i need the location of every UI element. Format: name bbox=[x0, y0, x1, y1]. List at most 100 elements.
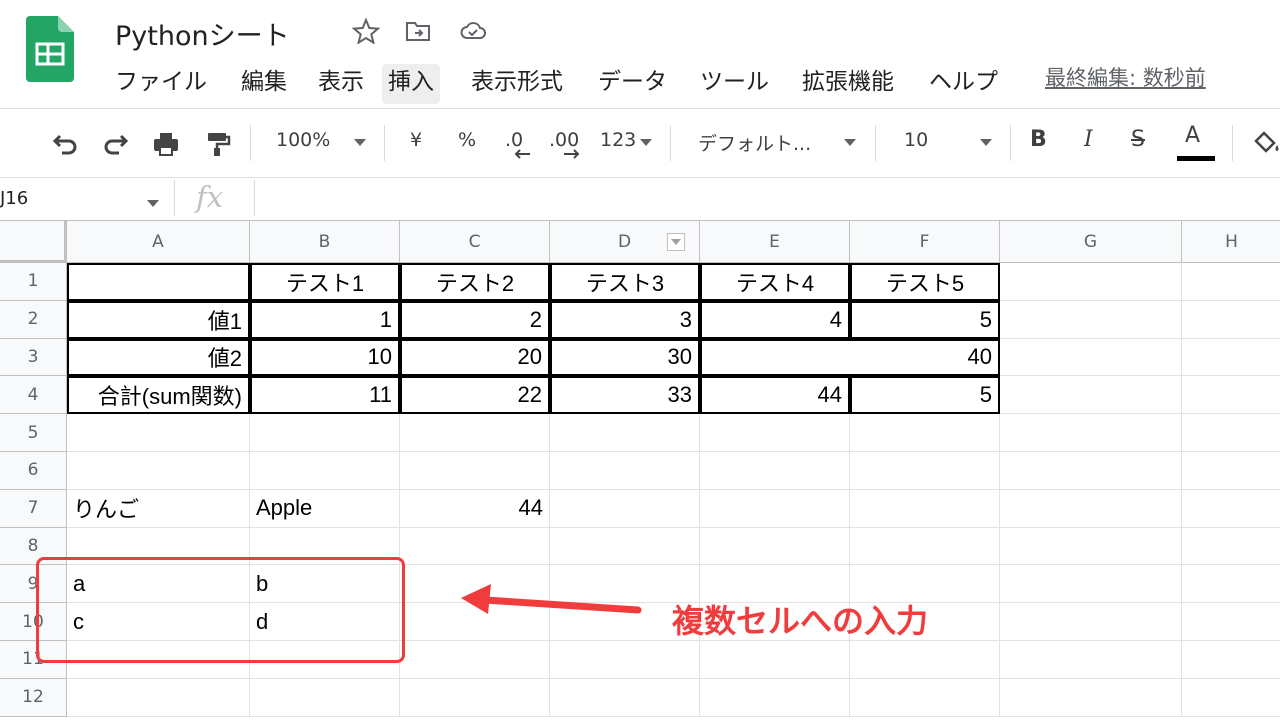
table-header-cell[interactable]: テスト5 bbox=[850, 263, 1000, 301]
cell[interactable] bbox=[1182, 452, 1280, 490]
cell-c7[interactable]: 44 bbox=[400, 489, 550, 528]
row-header-6[interactable]: 6 bbox=[0, 452, 67, 490]
column-header-e[interactable]: E bbox=[700, 221, 850, 263]
cell[interactable] bbox=[1182, 641, 1280, 679]
cell[interactable] bbox=[550, 678, 700, 717]
menu-insert[interactable]: 挿入 bbox=[382, 64, 440, 104]
table-cell[interactable]: 4 bbox=[700, 300, 850, 339]
cell[interactable] bbox=[550, 489, 700, 528]
menu-tools[interactable]: ツール bbox=[694, 64, 775, 104]
cell[interactable] bbox=[1000, 263, 1182, 301]
cell[interactable] bbox=[1182, 414, 1280, 452]
star-icon[interactable] bbox=[352, 18, 380, 44]
column-header-b[interactable]: B bbox=[250, 221, 400, 263]
decrease-decimal-button[interactable]: .0 bbox=[505, 129, 523, 151]
table-cell[interactable]: 3 bbox=[550, 300, 700, 339]
cell[interactable] bbox=[1000, 376, 1182, 415]
name-box[interactable]: J16 bbox=[0, 188, 28, 209]
zoom-select[interactable]: 100% bbox=[276, 129, 330, 151]
table-cell[interactable]: 5 bbox=[850, 300, 1000, 339]
menu-help[interactable]: ヘルプ bbox=[923, 64, 1004, 104]
cell[interactable] bbox=[700, 678, 850, 717]
cell[interactable] bbox=[1000, 603, 1182, 641]
cell[interactable] bbox=[1182, 376, 1280, 415]
cell[interactable] bbox=[850, 527, 1000, 566]
italic-button[interactable]: I bbox=[1084, 127, 1093, 152]
cell[interactable] bbox=[1182, 565, 1280, 604]
cell[interactable] bbox=[1182, 301, 1280, 339]
table-cell[interactable]: 10 bbox=[250, 338, 400, 377]
more-formats-dropdown-icon[interactable] bbox=[640, 139, 652, 146]
move-to-folder-icon[interactable] bbox=[404, 18, 432, 44]
table-header-cell[interactable]: テスト3 bbox=[550, 263, 700, 301]
percent-format-button[interactable]: % bbox=[458, 129, 476, 151]
row-header-7[interactable]: 7 bbox=[0, 489, 67, 528]
menu-data[interactable]: データ bbox=[592, 64, 673, 104]
menu-format[interactable]: 表示形式 bbox=[465, 64, 569, 104]
more-formats-button[interactable]: 123 bbox=[600, 129, 636, 151]
cell[interactable] bbox=[1000, 527, 1182, 566]
table-header-cell[interactable]: テスト2 bbox=[400, 263, 550, 301]
cell[interactable] bbox=[250, 414, 400, 452]
sheets-logo-icon[interactable] bbox=[26, 16, 74, 82]
select-all-corner[interactable] bbox=[0, 221, 67, 263]
row-header-2[interactable]: 2 bbox=[0, 300, 67, 339]
redo-icon[interactable] bbox=[101, 129, 131, 159]
cell[interactable] bbox=[67, 678, 250, 717]
table-row-label[interactable]: 値2 bbox=[67, 338, 250, 377]
table-header-cell[interactable]: テスト4 bbox=[700, 263, 850, 301]
row-header-5[interactable]: 5 bbox=[0, 414, 67, 452]
row-header-1[interactable]: 1 bbox=[0, 263, 67, 301]
table-merged-cell[interactable]: 40 bbox=[700, 338, 1000, 377]
cell[interactable] bbox=[67, 414, 250, 452]
name-box-dropdown-icon[interactable] bbox=[147, 200, 159, 207]
table-cell[interactable]: 30 bbox=[550, 338, 700, 377]
cell[interactable] bbox=[400, 414, 550, 452]
cell-b7[interactable]: Apple bbox=[250, 489, 400, 528]
cell[interactable] bbox=[700, 414, 850, 452]
font-dropdown-icon[interactable] bbox=[844, 139, 856, 146]
table-cell[interactable]: 11 bbox=[250, 376, 400, 415]
table-cell[interactable]: 2 bbox=[400, 300, 550, 339]
column-header-f[interactable]: F bbox=[850, 221, 1000, 263]
cell[interactable] bbox=[550, 452, 700, 490]
cell[interactable] bbox=[1000, 338, 1182, 377]
cell[interactable] bbox=[550, 527, 700, 566]
cell[interactable] bbox=[67, 452, 250, 490]
table-cell[interactable]: 33 bbox=[550, 376, 700, 415]
cell[interactable] bbox=[550, 641, 700, 679]
table-cell[interactable]: 1 bbox=[250, 300, 400, 339]
text-color-button[interactable]: A bbox=[1185, 123, 1200, 148]
cell[interactable] bbox=[400, 641, 550, 679]
cell[interactable] bbox=[1000, 641, 1182, 679]
cell[interactable] bbox=[700, 641, 850, 679]
cloud-status-icon[interactable] bbox=[459, 18, 487, 44]
paint-format-icon[interactable] bbox=[202, 129, 232, 159]
table-row-label[interactable]: 値1 bbox=[67, 300, 250, 339]
zoom-dropdown-icon[interactable] bbox=[354, 139, 366, 146]
font-select[interactable]: デフォルト... bbox=[698, 129, 811, 156]
table-cell[interactable]: 22 bbox=[400, 376, 550, 415]
increase-decimal-button[interactable]: .00 bbox=[549, 129, 579, 151]
cell[interactable] bbox=[700, 527, 850, 566]
cell[interactable] bbox=[1000, 414, 1182, 452]
menu-view[interactable]: 表示 bbox=[312, 64, 370, 104]
cell[interactable] bbox=[850, 452, 1000, 490]
strikethrough-button[interactable]: S bbox=[1131, 127, 1145, 152]
cell[interactable] bbox=[1182, 528, 1280, 566]
cell[interactable] bbox=[1000, 489, 1182, 528]
cell[interactable] bbox=[400, 452, 550, 490]
cell[interactable] bbox=[1000, 452, 1182, 490]
row-header-12[interactable]: 12 bbox=[0, 678, 67, 717]
cell[interactable] bbox=[850, 414, 1000, 452]
table-cell[interactable]: 5 bbox=[850, 376, 1000, 415]
cell[interactable] bbox=[700, 489, 850, 528]
document-title[interactable]: Pythonシート bbox=[115, 14, 290, 53]
cell[interactable] bbox=[400, 527, 550, 566]
fill-color-icon[interactable] bbox=[1252, 129, 1280, 159]
cell[interactable] bbox=[850, 678, 1000, 717]
cell-a7[interactable]: りんご bbox=[67, 489, 250, 528]
cell[interactable] bbox=[1182, 679, 1280, 717]
column-header-g[interactable]: G bbox=[1000, 221, 1182, 263]
cell[interactable] bbox=[850, 641, 1000, 679]
